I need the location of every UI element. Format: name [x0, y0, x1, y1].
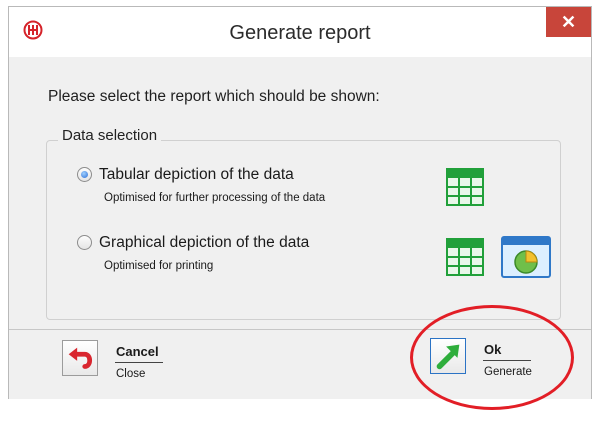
table-grid-icon: [446, 238, 484, 276]
chart-window-icon: [501, 236, 551, 278]
radio-graphical[interactable]: [77, 235, 92, 250]
radio-tabular[interactable]: [77, 167, 92, 182]
option-tabular-subtitle: Optimised for further processing of the …: [104, 192, 326, 204]
title-bar: Generate report ✕: [9, 7, 591, 57]
close-button[interactable]: ✕: [546, 7, 591, 37]
dialog-title: Generate report: [229, 22, 371, 44]
option-tabular-title: Tabular depiction of the data: [99, 166, 294, 183]
table-grid-icon: [446, 168, 484, 206]
cancel-label: Cancel: [116, 344, 159, 359]
dialog-content: Please select the report which should be…: [9, 57, 591, 328]
instruction-text: Please select the report which should be…: [48, 88, 380, 105]
group-legend: Data selection: [58, 127, 162, 144]
option-graphical-title: Graphical depiction of the data: [99, 234, 310, 251]
undo-arrow-icon: [62, 340, 98, 376]
close-icon: ✕: [560, 11, 577, 32]
cancel-rule: [115, 362, 163, 363]
cancel-sublabel: Close: [116, 368, 146, 380]
highlight-circle: [410, 305, 574, 410]
option-graphical-subtitle: Optimised for printing: [104, 260, 214, 272]
cancel-button[interactable]: Cancel Close: [62, 340, 212, 380]
app-logo-icon: [23, 20, 43, 40]
